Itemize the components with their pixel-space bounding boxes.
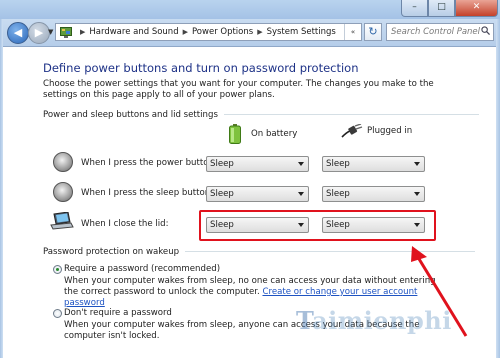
on-battery-label: On battery: [251, 129, 298, 139]
taimienphi-watermark: Taimienphi: [296, 306, 452, 335]
lid-close-label: When I close the lid:: [81, 219, 169, 229]
power-button-label: When I press the power button:: [81, 158, 217, 168]
password-section-heading: Password protection on wakeup: [43, 247, 476, 257]
column-plugged-in: Plugged in: [341, 124, 412, 138]
refresh-icon: ↻: [368, 25, 378, 38]
forward-button[interactable]: ▶: [28, 22, 50, 44]
arrow-right-icon: ▶: [34, 26, 44, 39]
address-bar[interactable]: ▶ Hardware and Sound ▶ Power Options ▶ System…: [55, 23, 362, 41]
power-buttons-section-heading: Power and sleep buttons and lid settings: [43, 110, 479, 120]
close-button[interactable]: ✕: [455, 0, 498, 17]
require-password-description: When your computer wakes from sleep, no …: [64, 276, 444, 309]
chevron-down-icon: [414, 192, 420, 196]
navigation-bar: ◀ ▶ ▼ ▶ Hardware and Sound ▶ Power Options ▶…: [0, 19, 500, 47]
require-password-label[interactable]: Require a password (recommended): [64, 264, 220, 274]
breadcrumb-separator[interactable]: ▶: [257, 28, 262, 36]
select-value: Sleep: [210, 159, 234, 169]
back-button[interactable]: ◀: [7, 22, 29, 44]
control-panel-window: – □ ✕ ◀ ▶ ▼ ▶ Hardware and Sound ▶ Power Op…: [0, 0, 500, 358]
red-highlight-box: [199, 210, 436, 241]
watermark-part-1: T: [296, 306, 313, 335]
address-overflow-button[interactable]: «: [344, 24, 361, 40]
search-placeholder: Search Control Panel: [391, 27, 481, 37]
plugged-in-label: Plugged in: [367, 126, 413, 136]
battery-icon: [229, 124, 241, 144]
sleep-button-label: When I press the sleep button:: [81, 188, 214, 198]
window-controls: – □ ✕: [401, 0, 498, 17]
section-divider: [185, 251, 476, 252]
breadcrumb-separator[interactable]: ▶: [183, 28, 188, 36]
select-value: Sleep: [210, 189, 234, 199]
refresh-button[interactable]: ↻: [364, 23, 382, 41]
window-frame-right: [496, 19, 500, 358]
plug-icon: [341, 124, 363, 138]
select-value: Sleep: [326, 189, 350, 199]
maximize-button[interactable]: □: [428, 0, 455, 17]
power-button-battery-select[interactable]: Sleep: [206, 156, 309, 172]
sleep-button-plugged-select[interactable]: Sleep: [322, 186, 425, 202]
chevron-down-icon: [298, 192, 304, 196]
breadcrumb-system-settings[interactable]: System Settings: [267, 27, 336, 37]
minimize-button[interactable]: –: [401, 0, 428, 17]
sleep-button-icon: [53, 182, 73, 202]
power-button-plugged-select[interactable]: Sleep: [322, 156, 425, 172]
arrow-left-icon: ◀: [13, 26, 23, 39]
laptop-lid-icon: [50, 212, 74, 230]
search-icon: [481, 26, 490, 35]
page-title: Define power buttons and turn on passwor…: [43, 61, 359, 75]
breadcrumb-hardware-and-sound[interactable]: Hardware and Sound: [89, 27, 178, 37]
window-frame-left: [0, 19, 3, 358]
column-on-battery: On battery: [229, 124, 297, 144]
select-value: Sleep: [326, 159, 350, 169]
require-password-radio[interactable]: [53, 265, 62, 274]
search-box[interactable]: Search Control Panel: [386, 23, 494, 41]
control-panel-icon: [60, 27, 72, 38]
chevron-down-icon: [414, 162, 420, 166]
no-password-label[interactable]: Don't require a password: [64, 308, 172, 318]
chevron-down-icon: [298, 162, 304, 166]
section-heading-text: Password protection on wakeup: [43, 247, 180, 257]
page-intro: Choose the power settings that you want …: [43, 79, 434, 100]
no-password-radio[interactable]: [53, 309, 62, 318]
breadcrumb-separator: ▶: [80, 28, 86, 36]
title-bar: – □ ✕: [0, 0, 500, 19]
breadcrumb-power-options[interactable]: Power Options: [192, 27, 253, 37]
section-divider: [223, 114, 479, 115]
watermark-part-2: aimienphi: [312, 306, 452, 335]
power-button-icon: [53, 152, 73, 172]
sleep-button-battery-select[interactable]: Sleep: [206, 186, 309, 202]
recent-pages-dropdown[interactable]: ▼: [48, 28, 53, 36]
section-heading-text: Power and sleep buttons and lid settings: [43, 110, 218, 120]
breadcrumb: ▶ Hardware and Sound ▶ Power Options ▶ System…: [76, 27, 336, 37]
